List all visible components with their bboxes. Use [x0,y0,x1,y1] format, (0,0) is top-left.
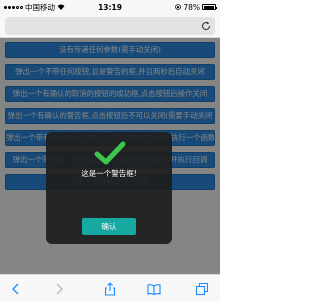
battery-percent: 78% [183,2,200,12]
orientation-lock-icon [175,4,182,10]
confirm-button[interactable]: 确认 [82,218,136,235]
carrier-group: 中国移动 [4,2,65,13]
browser-address-bar [0,14,220,38]
url-field[interactable] [5,17,215,35]
reload-icon[interactable] [200,20,212,32]
bookmarks-icon[interactable] [147,282,161,296]
signal-strength-icon [4,5,23,9]
browser-toolbar [0,274,220,302]
carrier-name: 中国移动 [25,2,55,12]
status-bar: 中国移动 13:19 78% [0,0,220,14]
forward-icon[interactable] [52,282,66,296]
share-icon[interactable] [103,282,117,296]
dialog-message: 这是一个警告框! [81,169,137,178]
wifi-icon [57,4,65,10]
tabs-icon[interactable] [195,282,209,296]
status-time: 13:19 [98,2,122,12]
back-icon[interactable] [9,282,23,296]
battery-icon [202,4,218,10]
battery-group: 78% [175,2,218,12]
check-icon [94,141,126,165]
alert-dialog: 这是一个警告框! 确认 [46,132,172,244]
